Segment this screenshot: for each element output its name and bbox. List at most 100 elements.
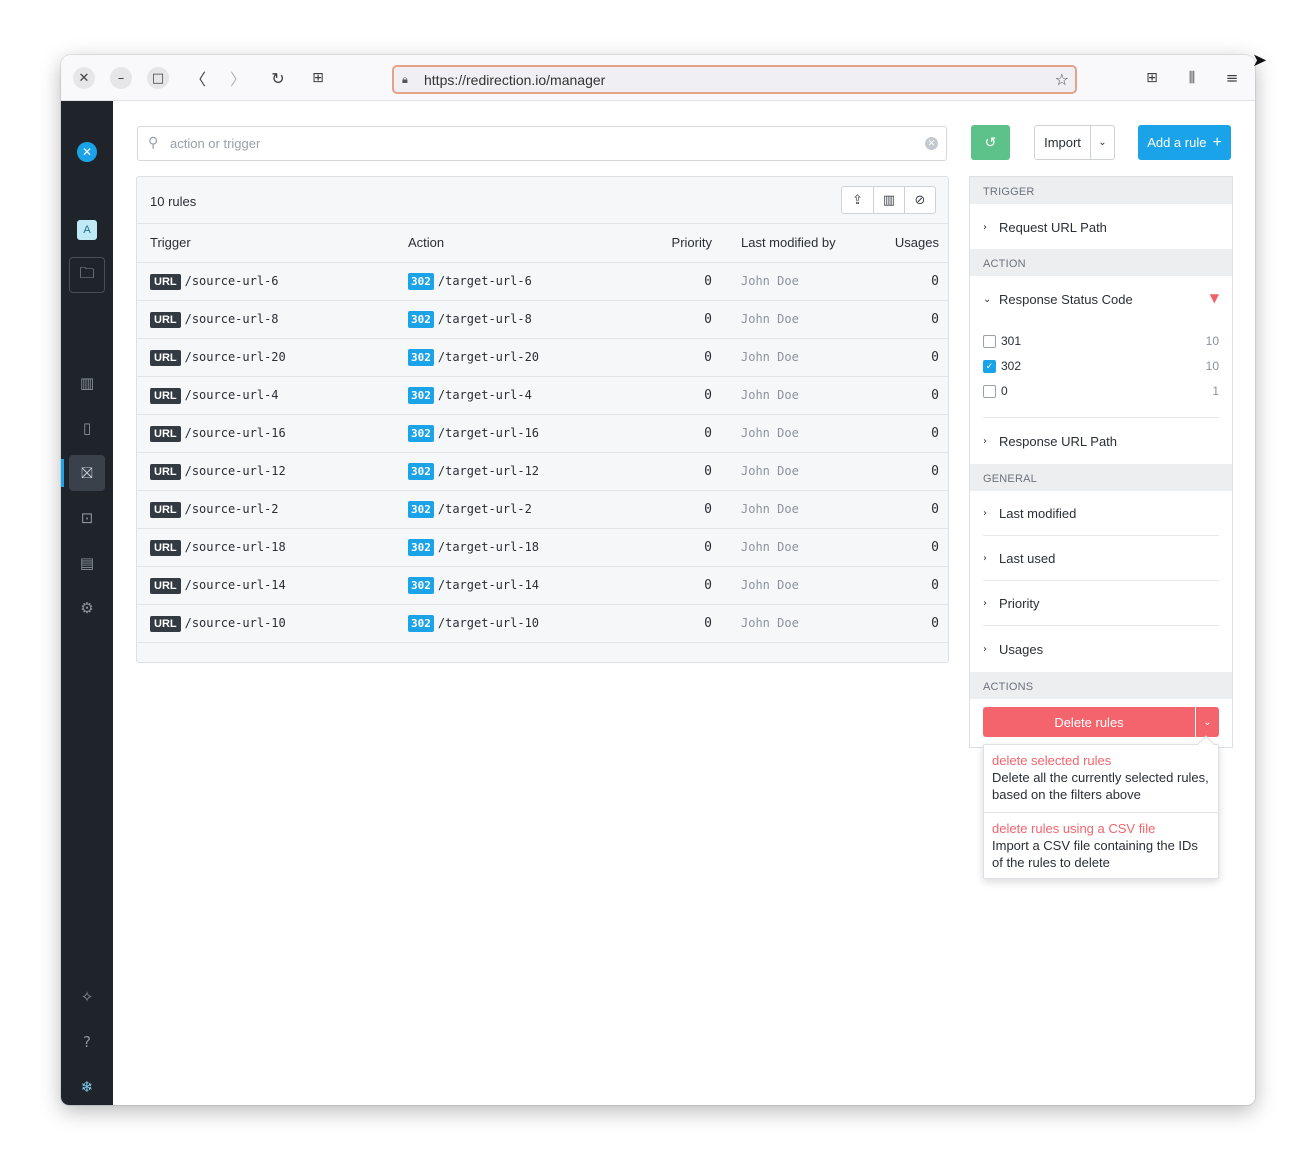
trigger-path: /source-url-2 xyxy=(184,501,279,516)
column-trigger[interactable]: Trigger xyxy=(137,224,395,263)
table-row[interactable]: URL/source-url-10 302/target-url-10 0 John … xyxy=(137,604,948,643)
trigger-cell: URL/source-url-14 xyxy=(137,566,395,605)
modified-by-cell: John Doe xyxy=(728,262,863,301)
trigger-cell: URL/source-url-8 xyxy=(137,300,395,339)
sparkle-icon[interactable]: ✧ xyxy=(61,979,113,1015)
bookmark-star-icon[interactable]: ☆ xyxy=(1055,70,1069,89)
pages-icon[interactable]: ▤ xyxy=(61,545,113,581)
action-path: /target-url-16 xyxy=(437,425,540,440)
new-tab-icon[interactable]: ⊞ xyxy=(307,67,329,89)
column-priority[interactable]: Priority xyxy=(620,224,728,263)
logs-icon[interactable]: ▯ xyxy=(61,410,113,446)
forward-icon[interactable]: 〉 xyxy=(227,67,249,89)
chevron-right-icon: › xyxy=(983,598,987,609)
back-icon[interactable]: 〈 xyxy=(187,67,209,89)
project-avatar[interactable]: A xyxy=(77,220,97,240)
trigger-cell: URL/source-url-18 xyxy=(137,528,395,567)
address-bar[interactable]: 🔒︎ https://redirection.io/manager ☆ xyxy=(392,65,1077,94)
action-cell: 302/target-url-18 xyxy=(395,528,620,567)
status-tag: 302 xyxy=(408,500,434,518)
table-row[interactable]: URL/source-url-8 302/target-url-8 0 John Do… xyxy=(137,300,948,339)
folder-icon[interactable]: 🗀 xyxy=(61,257,113,293)
usages-cell: 0 xyxy=(863,566,948,605)
rules-icon[interactable]: ⛝ xyxy=(61,455,113,491)
import-chevron-down-icon[interactable]: ⌄ xyxy=(1090,126,1114,159)
status-tag: 302 xyxy=(408,538,434,556)
help-icon[interactable]: ? xyxy=(61,1024,113,1060)
trigger-path: /source-url-6 xyxy=(184,273,279,288)
modified-by-cell: John Doe xyxy=(728,566,863,605)
delete-chevron-down-icon[interactable]: ⌄ xyxy=(1195,707,1219,737)
extensions-icon[interactable]: ⊞ xyxy=(1141,67,1163,89)
usages-cell: 0 xyxy=(863,528,948,567)
filter-label: Usages xyxy=(999,641,1044,657)
filter-priority[interactable]: › Priority xyxy=(983,582,1219,626)
rules-table: Trigger Action Priority Last modified by… xyxy=(137,224,948,643)
table-row[interactable]: URL/source-url-18 302/target-url-18 0 John … xyxy=(137,528,948,567)
table-row[interactable]: URL/source-url-20 302/target-url-20 0 John … xyxy=(137,338,948,377)
modified-by-cell: John Doe xyxy=(728,338,863,377)
library-icon[interactable]: ⫼ xyxy=(1181,67,1203,89)
menu-item-delete-csv[interactable]: delete rules using a CSV file Import a C… xyxy=(984,821,1218,871)
instances-icon[interactable]: ⊡ xyxy=(61,500,113,536)
table-row[interactable]: URL/source-url-4 302/target-url-4 0 John Do… xyxy=(137,376,948,415)
browser-toolbar: ✕ – □ 〈 〉 ↻ ⊞ 🔒︎ https://redirection.io/… xyxy=(61,55,1255,101)
column-last-modified-by[interactable]: Last modified by xyxy=(728,224,863,263)
url-tag: URL xyxy=(150,539,181,556)
checkbox[interactable]: ✓ xyxy=(983,359,996,373)
status-tag: 302 xyxy=(408,424,434,442)
table-row[interactable]: URL/source-url-16 302/target-url-16 0 John … xyxy=(137,414,948,453)
priority-cell: 0 xyxy=(620,338,728,377)
clear-filters-icon[interactable]: ⊘ xyxy=(904,187,935,213)
import-button[interactable]: Import ⌄ xyxy=(1034,125,1115,160)
action-path: /target-url-18 xyxy=(437,539,540,554)
checkbox[interactable] xyxy=(983,384,996,398)
close-window-icon[interactable]: ✕ xyxy=(73,67,95,89)
status-option-301[interactable]: 301 10 xyxy=(983,331,1219,351)
app-sidebar: ✕ A 🗀 ▥ ▯ ⛝ ⊡ ▤ ⚙ ✧ ? ❄ › xyxy=(61,101,113,1105)
filter-last-modified[interactable]: › Last modified xyxy=(983,492,1219,536)
table-row[interactable]: URL/source-url-2 302/target-url-2 0 John Do… xyxy=(137,490,948,529)
table-row[interactable]: URL/source-url-14 302/target-url-14 0 John … xyxy=(137,566,948,605)
delete-rules-button[interactable]: Delete rules ⌄ xyxy=(983,707,1219,737)
user-avatar-icon[interactable]: ❄ xyxy=(61,1069,113,1105)
columns-icon[interactable]: ▥ xyxy=(873,187,904,213)
menu-item-title: delete selected rules xyxy=(992,753,1112,768)
history-button[interactable]: ↺ xyxy=(971,125,1010,160)
import-label[interactable]: Import xyxy=(1035,126,1090,159)
status-option-0[interactable]: 01 xyxy=(983,381,1219,401)
table-row[interactable]: URL/source-url-12 302/target-url-12 0 John … xyxy=(137,452,948,491)
redirection-logo-icon[interactable]: ✕ xyxy=(77,142,97,162)
menu-item-description: Import a CSV file containing the IDs of … xyxy=(992,838,1198,870)
filter-response-status-code[interactable]: ⌄ Response Status Code ▼ xyxy=(983,277,1219,321)
export-icon[interactable]: ⇪ xyxy=(842,187,873,213)
settings-gear-icon[interactable]: ⚙ xyxy=(61,590,113,626)
trigger-path: /source-url-20 xyxy=(184,349,286,364)
option-label: 0 xyxy=(1001,384,1008,398)
filter-label: Request URL Path xyxy=(999,219,1107,235)
status-option-302[interactable]: ✓ 302 10 xyxy=(983,356,1219,376)
delete-rules-label[interactable]: Delete rules xyxy=(983,707,1195,737)
maximize-window-icon[interactable]: □ xyxy=(147,67,169,89)
filter-response-url-path[interactable]: › Response URL Path xyxy=(983,419,1219,463)
table-row[interactable]: URL/source-url-6 302/target-url-6 0 John Do… xyxy=(137,262,948,301)
filter-usages[interactable]: › Usages xyxy=(983,627,1219,671)
analytics-icon[interactable]: ▥ xyxy=(61,365,113,401)
menu-icon[interactable]: ≡ xyxy=(1221,67,1243,89)
menu-item-delete-selected[interactable]: delete selected rules Delete all the cur… xyxy=(984,753,1218,803)
filter-last-used[interactable]: › Last used xyxy=(983,537,1219,581)
action-cell: 302/target-url-20 xyxy=(395,338,620,377)
clear-search-icon[interactable]: ✕ xyxy=(925,137,938,150)
minimize-window-icon[interactable]: – xyxy=(110,67,132,89)
priority-cell: 0 xyxy=(620,262,728,301)
column-action[interactable]: Action xyxy=(395,224,620,263)
add-rule-button[interactable]: Add a rule + xyxy=(1138,125,1231,160)
usages-cell: 0 xyxy=(863,338,948,377)
divider xyxy=(983,417,1219,418)
search-input[interactable]: ⚲ action or trigger ✕ xyxy=(137,126,947,161)
checkbox[interactable] xyxy=(983,334,996,348)
filter-request-url-path[interactable]: › Request URL Path xyxy=(983,205,1219,249)
column-usages[interactable]: Usages xyxy=(863,224,948,263)
menu-item-title: delete rules using a CSV file xyxy=(992,821,1156,836)
reload-icon[interactable]: ↻ xyxy=(267,67,289,89)
